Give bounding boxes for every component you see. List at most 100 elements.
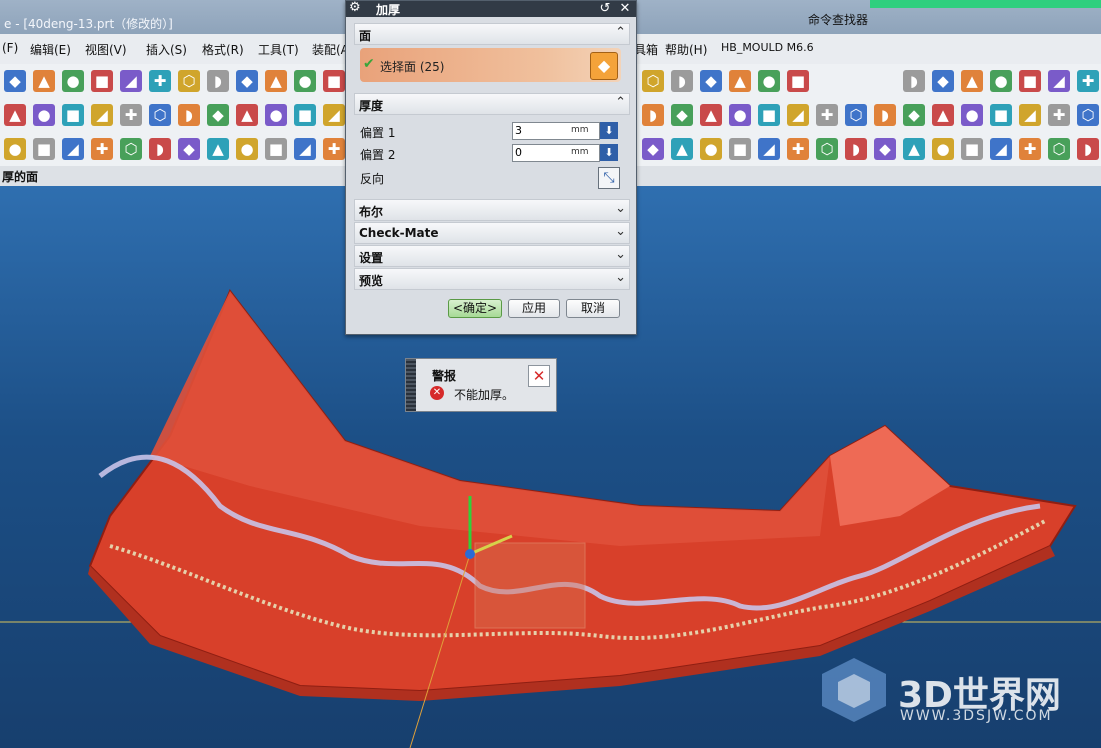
toolbar-tool-icon[interactable]: ◢ bbox=[787, 104, 809, 126]
toolbar-tool-icon[interactable]: ⬡ bbox=[816, 138, 838, 160]
menu-help[interactable]: 帮助(H) bbox=[665, 41, 707, 58]
toolbar-tool-icon[interactable]: ▲ bbox=[961, 70, 983, 92]
toolbar-tool-icon[interactable]: ▲ bbox=[700, 104, 722, 126]
toolbar-tool-icon[interactable]: ● bbox=[4, 138, 26, 160]
reset-icon[interactable]: ↺ bbox=[596, 1, 614, 17]
toolbar-tool-icon[interactable]: ✚ bbox=[149, 70, 171, 92]
offset2-input[interactable] bbox=[515, 145, 567, 159]
toolbar-tool-icon[interactable]: ✚ bbox=[816, 104, 838, 126]
chevron-down-icon[interactable]: ⌄ bbox=[615, 270, 626, 285]
toolbar-tool-icon[interactable]: ◢ bbox=[323, 104, 345, 126]
toolbar-tool-icon[interactable]: ▲ bbox=[729, 70, 751, 92]
drag-handle[interactable] bbox=[406, 359, 416, 411]
reverse-direction-button[interactable]: ⤡ bbox=[598, 167, 620, 189]
toolbar-tool-icon[interactable]: ◢ bbox=[990, 138, 1012, 160]
section-boolean[interactable]: 布尔 ⌄ bbox=[354, 199, 630, 221]
menu-tools[interactable]: 工具(T) bbox=[258, 41, 299, 58]
toolbar-tool-icon[interactable]: ▲ bbox=[265, 70, 287, 92]
toolbar-tool-icon[interactable]: ◆ bbox=[236, 70, 258, 92]
toolbar-tool-icon[interactable]: ● bbox=[33, 104, 55, 126]
toolbar-tool-icon[interactable]: ■ bbox=[265, 138, 287, 160]
toolbar-tool-icon[interactable]: ■ bbox=[729, 138, 751, 160]
toolbar-tool-icon[interactable]: ⬡ bbox=[149, 104, 171, 126]
toolbar-tool-icon[interactable]: ■ bbox=[323, 70, 345, 92]
offset1-dropdown[interactable]: ⬇ bbox=[600, 122, 618, 139]
toolbar-tool-icon[interactable]: ◢ bbox=[758, 138, 780, 160]
chevron-down-icon[interactable]: ⌄ bbox=[615, 224, 626, 239]
chevron-up-icon[interactable]: ⌃ bbox=[615, 95, 626, 110]
toolbar-tool-icon[interactable]: ◗ bbox=[874, 104, 896, 126]
toolbar-tool-icon[interactable]: ◗ bbox=[903, 70, 925, 92]
toolbar-tool-icon[interactable]: ▲ bbox=[207, 138, 229, 160]
toolbar-tool-icon[interactable]: ◢ bbox=[120, 70, 142, 92]
chevron-up-icon[interactable]: ⌃ bbox=[615, 25, 626, 40]
toolbar-tool-icon[interactable]: ◗ bbox=[149, 138, 171, 160]
toolbar-tool-icon[interactable]: ● bbox=[990, 70, 1012, 92]
ok-button[interactable]: <确定> bbox=[448, 299, 502, 318]
toolbar-tool-icon[interactable]: ■ bbox=[1019, 70, 1041, 92]
toolbar-tool-icon[interactable]: ▲ bbox=[903, 138, 925, 160]
toolbar-tool-icon[interactable]: ✚ bbox=[91, 138, 113, 160]
toolbar-tool-icon[interactable]: ⬡ bbox=[178, 70, 200, 92]
toolbar-tool-icon[interactable]: ■ bbox=[990, 104, 1012, 126]
toolbar-tool-icon[interactable]: ● bbox=[932, 138, 954, 160]
section-thickness[interactable]: 厚度 ⌃ bbox=[354, 93, 630, 115]
chevron-down-icon[interactable]: ⌄ bbox=[615, 201, 626, 216]
toolbar-tool-icon[interactable]: ◢ bbox=[1019, 104, 1041, 126]
toolbar-tool-icon[interactable]: ✚ bbox=[1019, 138, 1041, 160]
toolbar-tool-icon[interactable]: ◆ bbox=[178, 138, 200, 160]
close-icon[interactable]: ✕ bbox=[616, 1, 634, 17]
toolbar-tool-icon[interactable]: ◆ bbox=[671, 104, 693, 126]
toolbar-tool-icon[interactable]: ✚ bbox=[1077, 70, 1099, 92]
menu-edit[interactable]: 编辑(E) bbox=[30, 41, 71, 58]
toolbar-tool-icon[interactable]: ⬡ bbox=[1048, 138, 1070, 160]
section-checkmate[interactable]: Check-Mate ⌄ bbox=[354, 222, 630, 244]
menu-file[interactable]: (F) bbox=[2, 41, 18, 55]
toolbar-tool-icon[interactable]: ● bbox=[961, 104, 983, 126]
toolbar-tool-icon[interactable]: ◗ bbox=[642, 104, 664, 126]
toolbar-tool-icon[interactable]: ◢ bbox=[1048, 70, 1070, 92]
section-settings[interactable]: 设置 ⌄ bbox=[354, 245, 630, 267]
menu-insert[interactable]: 插入(S) bbox=[146, 41, 187, 58]
section-face[interactable]: 面 ⌃ bbox=[354, 23, 630, 45]
toolbar-tool-icon[interactable]: ⬡ bbox=[120, 138, 142, 160]
toolbar-tool-icon[interactable]: ◗ bbox=[207, 70, 229, 92]
toolbar-tool-icon[interactable]: ◆ bbox=[903, 104, 925, 126]
toolbar-tool-icon[interactable]: ◆ bbox=[207, 104, 229, 126]
offset2-dropdown[interactable]: ⬇ bbox=[600, 144, 618, 161]
menu-assembly[interactable]: 装配(A bbox=[312, 41, 349, 58]
menu-toolbox[interactable]: 具箱 bbox=[634, 41, 658, 58]
apply-button[interactable]: 应用 bbox=[508, 299, 560, 318]
toolbar-tool-icon[interactable]: ● bbox=[294, 70, 316, 92]
toolbar-tool-icon[interactable]: ▲ bbox=[33, 70, 55, 92]
menu-format[interactable]: 格式(R) bbox=[202, 41, 244, 58]
menu-view[interactable]: 视图(V) bbox=[85, 41, 127, 58]
toolbar-tool-icon[interactable]: ◢ bbox=[91, 104, 113, 126]
section-preview[interactable]: 预览 ⌄ bbox=[354, 268, 630, 290]
toolbar-tool-icon[interactable]: ✚ bbox=[120, 104, 142, 126]
toolbar-tool-icon[interactable]: ◗ bbox=[845, 138, 867, 160]
offset1-field[interactable]: mm bbox=[512, 122, 600, 140]
toolbar-tool-icon[interactable]: ■ bbox=[294, 104, 316, 126]
toolbar-tool-icon[interactable]: ■ bbox=[91, 70, 113, 92]
toolbar-tool-icon[interactable]: ◆ bbox=[932, 70, 954, 92]
toolbar-tool-icon[interactable]: ● bbox=[265, 104, 287, 126]
toolbar-tool-icon[interactable]: ▲ bbox=[4, 104, 26, 126]
toolbar-tool-icon[interactable]: ■ bbox=[787, 70, 809, 92]
toolbar-tool-icon[interactable]: ● bbox=[236, 138, 258, 160]
gear-icon[interactable]: ⚙ bbox=[349, 0, 361, 15]
close-icon[interactable]: ✕ bbox=[528, 365, 550, 387]
toolbar-tool-icon[interactable]: ◗ bbox=[1077, 138, 1099, 160]
toolbar-tool-icon[interactable]: ■ bbox=[758, 104, 780, 126]
toolbar-tool-icon[interactable]: ● bbox=[62, 70, 84, 92]
command-finder-button[interactable]: 命令查找器 bbox=[808, 11, 868, 28]
offset1-input[interactable] bbox=[515, 123, 567, 137]
toolbar-tool-icon[interactable]: ■ bbox=[62, 104, 84, 126]
toolbar-tool-icon[interactable]: ⬡ bbox=[1077, 104, 1099, 126]
toolbar-tool-icon[interactable]: ▲ bbox=[236, 104, 258, 126]
toolbar-tool-icon[interactable]: ■ bbox=[33, 138, 55, 160]
toolbar-tool-icon[interactable]: ◢ bbox=[294, 138, 316, 160]
toolbar-tool-icon[interactable]: ◢ bbox=[62, 138, 84, 160]
toolbar-tool-icon[interactable]: ✚ bbox=[323, 138, 345, 160]
toolbar-tool-icon[interactable]: ◆ bbox=[642, 138, 664, 160]
